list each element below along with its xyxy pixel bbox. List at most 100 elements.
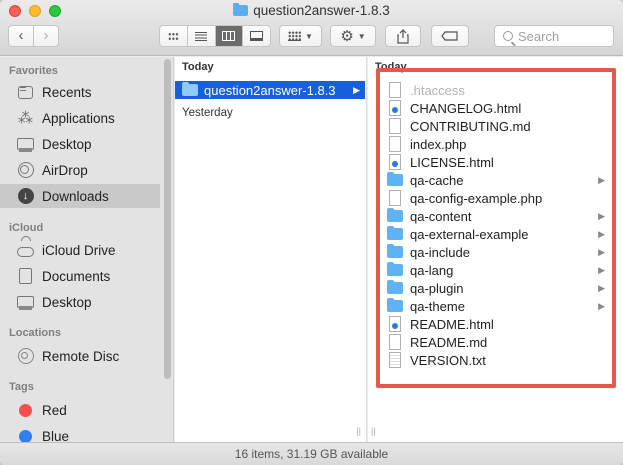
sidebar-item-label: Documents	[42, 268, 111, 284]
back-button[interactable]: ‹	[9, 26, 33, 46]
sidebar-item-applications[interactable]: ⁂ Applications	[0, 106, 160, 130]
edit-tags-button[interactable]	[431, 25, 469, 47]
action-menu-button[interactable]: ⚙ ▼	[330, 25, 376, 47]
folder-icon	[387, 244, 403, 258]
section-label-yesterday: Yesterday	[182, 107, 233, 119]
disclosure-arrow-icon: ▶	[598, 282, 605, 293]
cloud-icon	[17, 247, 34, 257]
text-file-icon	[389, 352, 401, 368]
sidebar-item-remote-disc[interactable]: Remote Disc	[0, 344, 160, 368]
disclosure-arrow-icon: ▶	[598, 174, 605, 185]
column-2: Today .htaccess CHANGELOG.html CONTRIBUTIN…	[368, 57, 623, 442]
file-row[interactable]: qa-config-example.php	[382, 189, 607, 207]
column-resize-handle[interactable]: ||	[371, 426, 376, 436]
folder-row[interactable]: qa-lang ▶	[382, 261, 607, 279]
row-label: qa-include	[410, 244, 470, 260]
sidebar-item-tag-red[interactable]: Red	[0, 398, 160, 422]
sidebar-scroll-thumb[interactable]	[164, 59, 171, 379]
sidebar-item-icloud-drive[interactable]: iCloud Drive	[0, 238, 160, 262]
row-label: qa-content	[410, 208, 472, 224]
sidebar-item-label: Recents	[42, 84, 92, 100]
blue-tag-dot-icon	[19, 429, 32, 442]
folder-icon	[182, 82, 198, 96]
list-view-button[interactable]	[186, 26, 215, 46]
finder-window: question2answer-1.8.3 ‹ › ▼ ⚙ ▼ Search F…	[0, 0, 623, 465]
sidebar-item-label: AirDrop	[42, 162, 88, 178]
navigation-group: ‹ ›	[8, 25, 59, 47]
row-label: qa-config-example.php	[410, 190, 543, 206]
desktop-icon	[17, 138, 34, 150]
document-icon	[389, 136, 401, 152]
documents-icon	[19, 268, 32, 284]
column-header: Today	[182, 61, 214, 73]
title-bar: question2answer-1.8.3 ‹ › ▼ ⚙ ▼	[0, 0, 623, 56]
column-1: Today question2answer-1.8.3 ▶ Yesterday …	[175, 57, 367, 442]
folder-row[interactable]: qa-include ▶	[382, 243, 607, 261]
sidebar-item-recents[interactable]: Recents	[0, 80, 160, 104]
share-button[interactable]	[385, 25, 421, 47]
search-input[interactable]	[518, 28, 610, 44]
file-row[interactable]: VERSION.txt	[382, 351, 607, 369]
folder-row[interactable]: qa-plugin ▶	[382, 279, 607, 297]
applications-icon: ⁂	[18, 110, 33, 127]
disclosure-arrow-icon: ▶	[598, 228, 605, 239]
gallery-view-button[interactable]	[242, 26, 270, 46]
icon-view-button[interactable]	[160, 26, 187, 46]
folder-row-question2answer[interactable]: question2answer-1.8.3 ▶	[175, 81, 365, 99]
tag-icon	[441, 31, 458, 41]
file-row[interactable]: .htaccess	[382, 81, 607, 99]
row-label: question2answer-1.8.3	[204, 82, 336, 98]
row-label: CHANGELOG.html	[410, 100, 522, 116]
folder-row[interactable]: qa-theme ▶	[382, 297, 607, 315]
sidebar-item-label: Remote Disc	[42, 348, 120, 364]
sidebar-item-downloads[interactable]: ↓ Downloads	[0, 184, 160, 208]
search-field[interactable]	[494, 25, 614, 47]
group-icon	[288, 31, 302, 41]
file-row[interactable]: index.php	[382, 135, 607, 153]
share-icon	[397, 28, 409, 44]
group-by-button[interactable]: ▼	[279, 25, 322, 47]
chevron-down-icon: ▼	[305, 31, 313, 41]
sidebar-item-desktop[interactable]: Desktop	[0, 132, 160, 156]
document-icon	[389, 334, 401, 350]
folder-row[interactable]: qa-external-example ▶	[382, 225, 607, 243]
status-bar: 16 items, 31.19 GB available	[0, 442, 623, 465]
list-view-icon	[195, 31, 208, 41]
recents-icon	[18, 85, 33, 99]
file-row[interactable]: CONTRIBUTING.md	[382, 117, 607, 135]
column-view-button[interactable]	[214, 26, 243, 46]
row-label: qa-lang	[410, 262, 454, 278]
row-label: CONTRIBUTING.md	[410, 118, 531, 134]
row-label: LICENSE.html	[410, 154, 494, 170]
html-file-icon	[389, 100, 401, 116]
disc-icon	[17, 348, 34, 364]
disclosure-arrow-icon: ▶	[598, 300, 605, 311]
file-row[interactable]: README.html	[382, 315, 607, 333]
sidebar-item-icloud-desktop[interactable]: Desktop	[0, 290, 160, 314]
folder-icon	[387, 208, 403, 222]
disclosure-arrow-icon: ▶	[353, 84, 360, 95]
sidebar-item-airdrop[interactable]: AirDrop	[0, 158, 160, 182]
document-icon	[389, 82, 401, 98]
column-view-icon	[222, 31, 236, 41]
column-resize-handle[interactable]: ||	[356, 426, 361, 436]
folder-icon	[387, 280, 403, 294]
row-label: qa-plugin	[410, 280, 464, 296]
sidebar-item-documents[interactable]: Documents	[0, 264, 160, 288]
window-title-text: question2answer-1.8.3	[253, 3, 390, 18]
forward-button[interactable]: ›	[33, 26, 58, 46]
downloads-icon: ↓	[17, 188, 34, 204]
folder-icon	[387, 298, 403, 312]
sidebar-item-label: Red	[42, 402, 67, 418]
red-tag-dot-icon	[19, 403, 32, 417]
file-row[interactable]: README.md	[382, 333, 607, 351]
folder-row[interactable]: qa-content ▶	[382, 207, 607, 225]
file-row[interactable]: CHANGELOG.html	[382, 99, 607, 117]
folder-row[interactable]: qa-cache ▶	[382, 171, 607, 189]
file-row[interactable]: LICENSE.html	[382, 153, 607, 171]
row-label: README.html	[410, 316, 494, 332]
sidebar-item-label: Downloads	[42, 188, 109, 204]
sidebar-item-tag-blue[interactable]: Blue	[0, 424, 160, 442]
sidebar-scrollbar[interactable]	[164, 57, 171, 379]
disclosure-arrow-icon: ▶	[598, 210, 605, 221]
